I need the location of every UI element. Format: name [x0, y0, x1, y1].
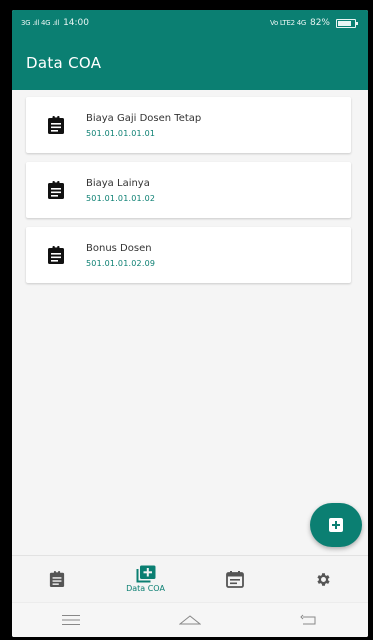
device-screen: 3G .ıll 4G .ıll 14:00 Vo LTE2 4G 82% Dat…	[12, 10, 368, 637]
nav-item-laporan[interactable]	[12, 556, 101, 602]
add-coa-button[interactable]	[310, 503, 362, 547]
status-time: 14:00	[63, 18, 89, 28]
page-title: Data COA	[26, 54, 102, 72]
coa-name: Bonus Dosen	[86, 242, 152, 254]
calendar-icon	[225, 570, 244, 588]
menu-icon[interactable]	[61, 614, 80, 626]
list-item[interactable]: Biaya Lainya 501.01.01.01.02	[26, 162, 351, 218]
list-item[interactable]: Biaya Gaji Dosen Tetap 501.01.01.01.01	[26, 97, 351, 153]
coa-name: Biaya Lainya	[86, 177, 150, 189]
add-box-icon	[329, 518, 343, 532]
nav-label: Data COA	[126, 584, 165, 593]
library-add-icon	[136, 565, 155, 583]
gear-icon	[317, 572, 330, 586]
bottom-nav: Data COA	[12, 555, 368, 602]
signal-indicator: 3G .ıll 4G .ıll	[21, 18, 60, 27]
battery-icon	[336, 18, 358, 28]
coa-code: 501.01.01.02.09	[86, 258, 156, 268]
coa-list: Biaya Gaji Dosen Tetap 501.01.01.01.01 B…	[12, 90, 368, 555]
clipboard-icon	[48, 180, 64, 199]
app-bar: Data COA	[12, 36, 368, 90]
list-item[interactable]: Bonus Dosen 501.01.01.02.09	[26, 227, 351, 283]
coa-code: 501.01.01.01.01	[86, 128, 156, 138]
clipboard-icon	[48, 115, 64, 134]
battery-percent: 82%	[309, 18, 330, 28]
system-navigation-bar	[12, 602, 368, 637]
status-bar: 3G .ıll 4G .ıll 14:00 Vo LTE2 4G 82%	[12, 10, 368, 36]
nav-item-settings[interactable]	[279, 556, 368, 602]
clipboard-icon	[48, 245, 64, 264]
network-indicator: Vo LTE2 4G	[270, 18, 306, 27]
nav-item-data-coa[interactable]: Data COA	[101, 556, 190, 602]
coa-name: Biaya Gaji Dosen Tetap	[86, 112, 202, 124]
clipboard-icon	[49, 570, 64, 587]
home-icon[interactable]	[178, 614, 201, 626]
back-icon[interactable]	[300, 614, 318, 626]
nav-item-calendar[interactable]	[190, 556, 279, 602]
coa-code: 501.01.01.01.02	[86, 193, 156, 203]
